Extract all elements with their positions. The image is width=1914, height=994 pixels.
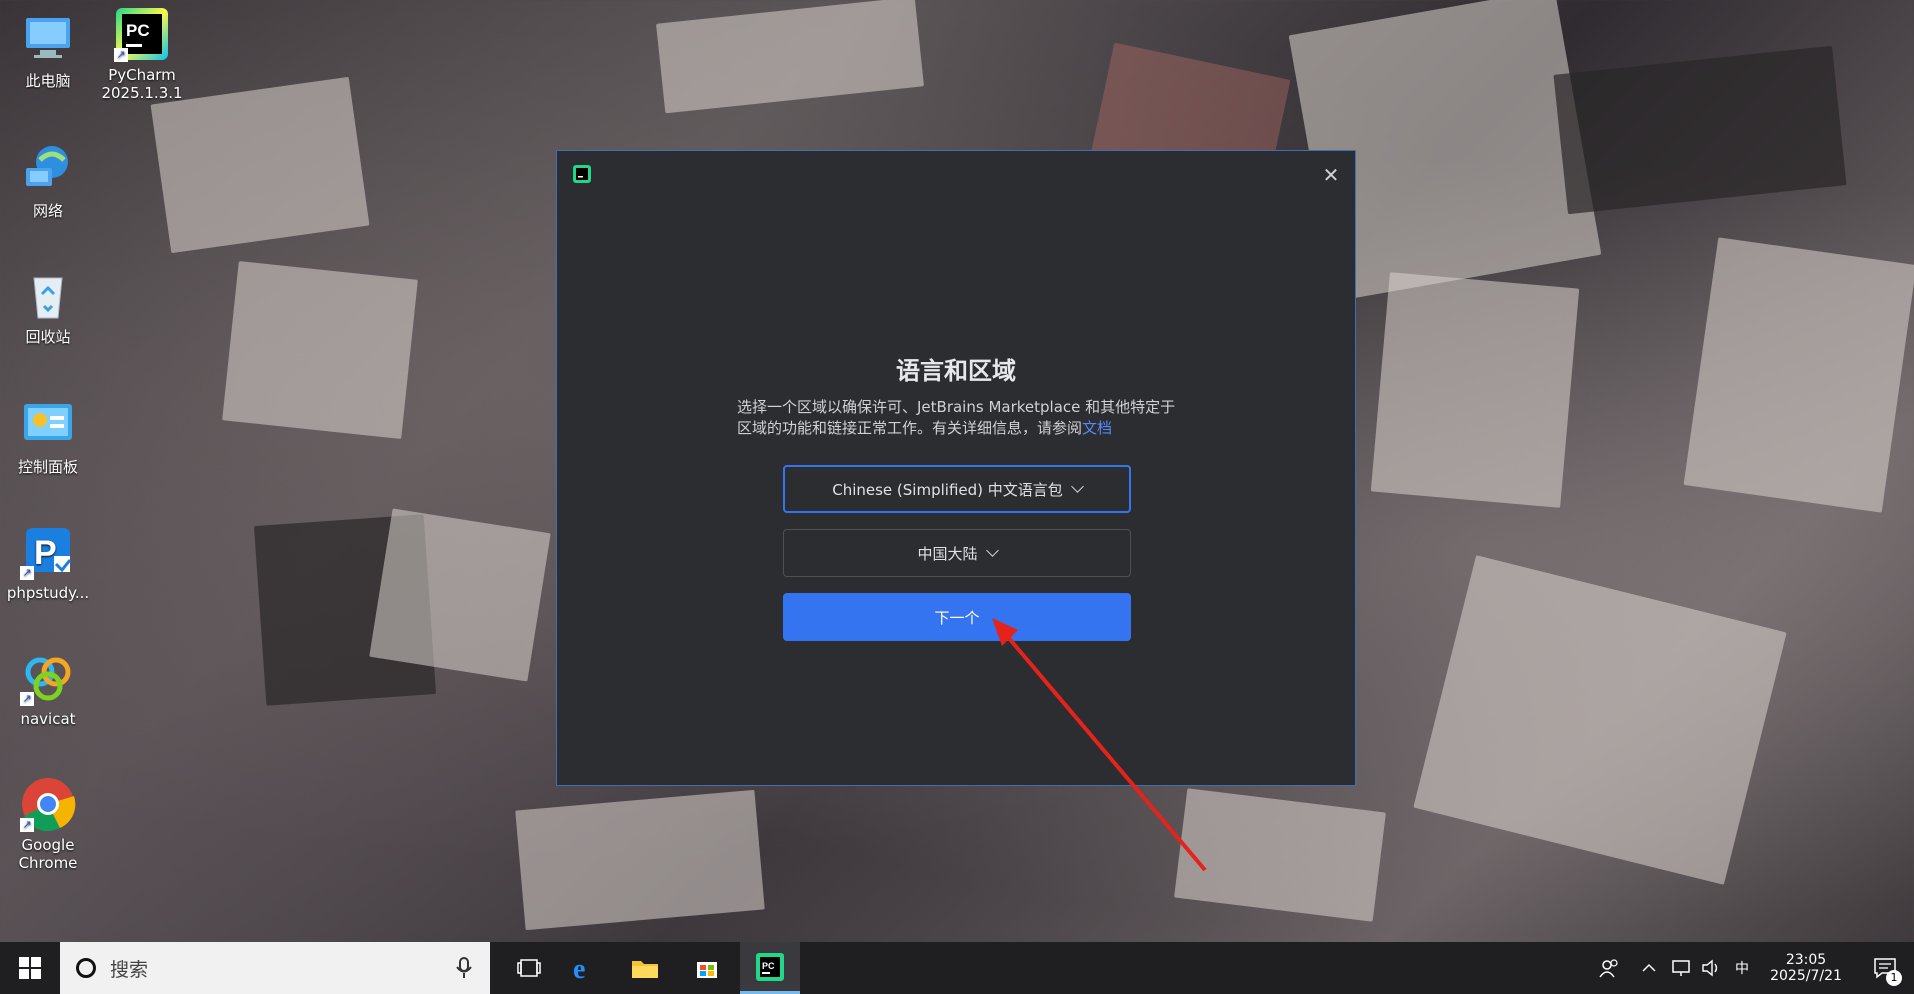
notification-badge: 1 [1886,970,1902,986]
ime-indicator[interactable]: 中 [1728,942,1756,994]
file-explorer-button[interactable] [620,942,670,994]
store-icon [697,962,717,978]
pycharm-icon: PC [756,952,784,981]
clock-time: 23:05 [1785,952,1827,968]
people-icon[interactable] [1594,942,1624,994]
cortana-icon [76,958,96,978]
taskbar-search[interactable]: 搜索 [60,942,490,994]
edge-icon: e [573,955,585,981]
edge-button[interactable]: e [560,942,610,994]
taskbar: 搜索 e PC 中 23:05 2025/7/21 1 [0,942,1914,994]
network-tray-icon[interactable] [1668,942,1694,994]
action-center-button[interactable]: 1 [1860,942,1910,994]
clock-date: 2025/7/21 [1770,968,1842,984]
svg-text:PC: PC [762,961,775,971]
svg-text:e: e [573,955,585,981]
windows-icon [19,957,41,979]
task-view-icon [517,959,541,977]
start-button[interactable] [0,942,60,994]
pycharm-taskbar-button[interactable]: PC [740,942,800,994]
search-placeholder: 搜索 [110,958,149,981]
folder-icon [632,961,658,978]
volume-icon[interactable] [1698,942,1724,994]
tray-overflow-chevron-icon[interactable] [1636,942,1662,994]
task-view-button[interactable] [504,942,554,994]
clock[interactable]: 23:05 2025/7/21 [1764,942,1848,994]
annotation-arrow [992,618,1207,872]
microphone-icon[interactable] [456,956,472,980]
store-button[interactable] [682,942,732,994]
